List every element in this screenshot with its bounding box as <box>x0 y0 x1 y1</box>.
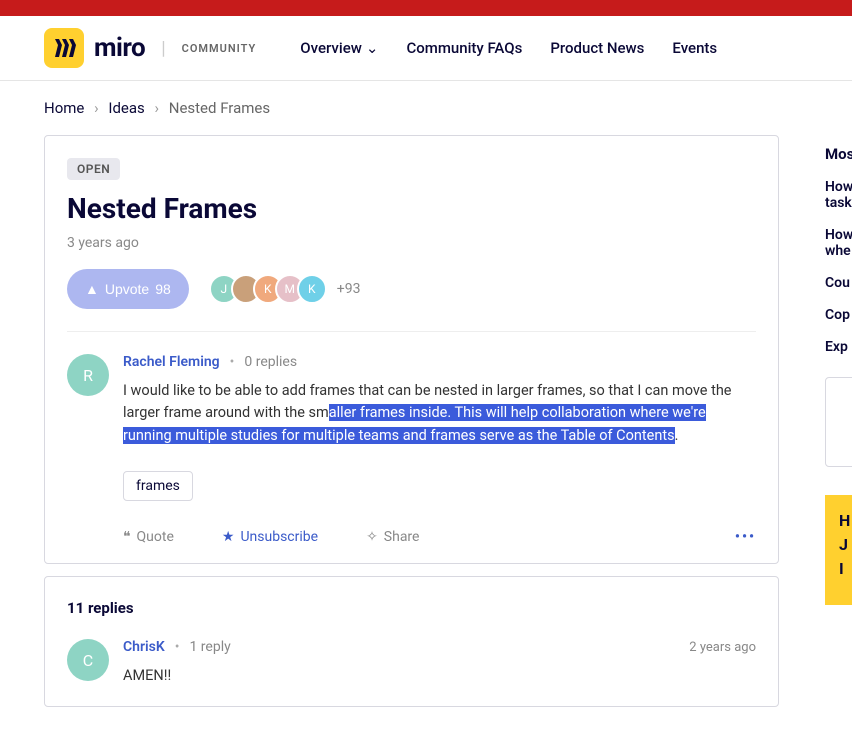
tag-frames[interactable]: frames <box>123 471 193 501</box>
nav-label: Overview <box>300 39 362 57</box>
more-menu-button[interactable]: ••• <box>735 529 756 545</box>
status-badge: OPEN <box>67 158 120 180</box>
quote-button[interactable]: ❝ Quote <box>123 529 174 545</box>
breadcrumb-current: Nested Frames <box>169 99 270 117</box>
nav-overview[interactable]: Overview ⌄ <box>300 39 378 57</box>
nav-faqs[interactable]: Community FAQs <box>406 39 522 57</box>
original-post: R Rachel Fleming • 0 replies I would lik… <box>67 354 756 545</box>
sidebar-link[interactable]: Exp <box>825 339 852 355</box>
quote-icon: ❝ <box>123 529 131 545</box>
chevron-right-icon: › <box>94 99 99 117</box>
sidebar-link[interactable]: How whe <box>825 227 852 259</box>
nav-product-news[interactable]: Product News <box>550 39 644 57</box>
sidebar-link[interactable]: How task <box>825 179 852 211</box>
separator-dot: • <box>230 354 235 370</box>
breadcrumb: Home › Ideas › Nested Frames <box>0 81 852 135</box>
unsubscribe-button[interactable]: ★ Unsubscribe <box>222 529 318 545</box>
tag-row: frames <box>123 471 756 501</box>
reply-header: ChrisK • 1 reply 2 years ago <box>123 639 756 655</box>
chevron-right-icon: › <box>155 99 160 117</box>
breadcrumb-ideas[interactable]: Ideas <box>108 99 144 117</box>
post-header: Rachel Fleming • 0 replies <box>123 354 756 370</box>
reply-body-text: AMEN!! <box>123 665 756 687</box>
unsubscribe-label: Unsubscribe <box>240 529 318 545</box>
upvote-count: 98 <box>155 281 171 297</box>
replies-count-label: 11 replies <box>67 599 756 617</box>
logo-mark-icon <box>44 28 84 68</box>
logo-divider: | <box>161 38 165 59</box>
quote-label: Quote <box>137 529 174 545</box>
reply-timestamp: 2 years ago <box>689 640 756 655</box>
chevron-down-icon: ⌄ <box>366 39 379 57</box>
reply-author-link[interactable]: ChrisK <box>123 639 165 655</box>
avatar: K <box>297 274 327 304</box>
sidebar-widget <box>825 377 852 467</box>
more-voters-count: +93 <box>337 281 361 297</box>
share-label: Share <box>384 529 420 545</box>
reply-author-avatar[interactable]: C <box>67 639 109 681</box>
upvote-row: ▲ Upvote 98 J K M K +93 <box>67 269 756 332</box>
reply-item: C ChrisK • 1 reply 2 years ago AMEN!! <box>67 639 756 687</box>
share-button[interactable]: ✧ Share <box>366 529 419 545</box>
sidebar-section-title: Mos <box>825 135 852 163</box>
community-label: COMMUNITY <box>182 42 257 55</box>
logo[interactable]: miro | COMMUNITY <box>44 28 256 68</box>
sidebar: Mos How task How whe Cou Cop Exp H J I <box>825 135 852 707</box>
upvote-label: Upvote <box>105 281 149 297</box>
sidebar-link[interactable]: Cou <box>825 275 852 291</box>
reply-reply-count: 1 reply <box>189 639 230 655</box>
sidebar-link[interactable]: Cop <box>825 307 852 323</box>
post-actions: ❝ Quote ★ Unsubscribe ✧ Share ••• <box>123 529 756 545</box>
voter-avatars[interactable]: J K M K +93 <box>209 274 361 304</box>
body-tail: . <box>675 427 679 444</box>
author-avatar[interactable]: R <box>67 354 109 396</box>
separator-dot: • <box>175 639 180 655</box>
author-link[interactable]: Rachel Fleming <box>123 354 220 370</box>
star-icon: ★ <box>222 529 235 545</box>
logo-text: miro <box>94 33 145 63</box>
post-body-text: I would like to be able to add frames th… <box>123 380 756 447</box>
main-nav: Overview ⌄ Community FAQs Product News E… <box>300 39 717 57</box>
upvote-button[interactable]: ▲ Upvote 98 <box>67 269 189 309</box>
browser-toolbar <box>0 0 852 16</box>
replies-card: 11 replies C ChrisK • 1 reply 2 years ag… <box>44 576 779 706</box>
reply-count: 0 replies <box>244 354 297 370</box>
post-timestamp: 3 years ago <box>67 235 756 251</box>
triangle-up-icon: ▲ <box>85 281 99 297</box>
share-icon: ✧ <box>366 529 378 545</box>
sidebar-promo[interactable]: H J I <box>825 495 852 605</box>
nav-events[interactable]: Events <box>672 39 717 57</box>
site-header: miro | COMMUNITY Overview ⌄ Community FA… <box>0 16 852 81</box>
page-title: Nested Frames <box>67 192 756 225</box>
idea-card: OPEN Nested Frames 3 years ago ▲ Upvote … <box>44 135 779 564</box>
breadcrumb-home[interactable]: Home <box>44 99 84 117</box>
